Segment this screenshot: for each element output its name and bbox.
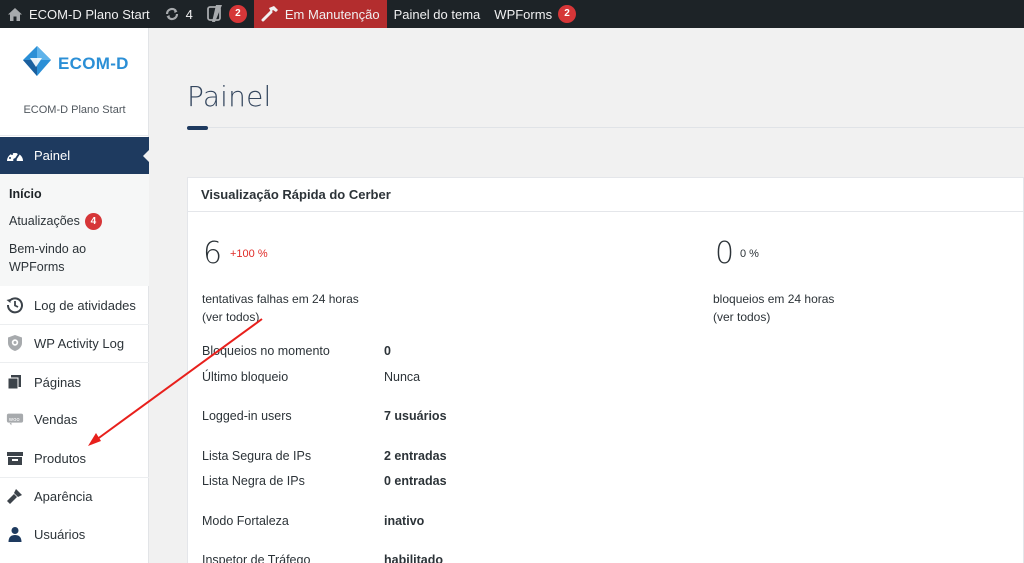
submenu-atualizacoes-label: Atualizações xyxy=(9,213,80,228)
submenu-bem-vindo-line2: WPForms xyxy=(9,260,65,274)
menu-item-vendas[interactable]: woo Vendas xyxy=(0,400,149,438)
failed-attempts-count: 6 xyxy=(203,236,223,271)
theme-panel-link[interactable]: Painel do tema xyxy=(387,0,488,28)
page-title: Painel xyxy=(187,80,272,113)
stat-row-label: Lista Negra de IPs xyxy=(202,474,305,488)
menu-item-label: Usuários xyxy=(34,526,86,542)
menu-item-painel-label: Painel xyxy=(34,148,71,163)
stat-row-label: Último bloqueio xyxy=(202,370,289,384)
maintenance-mode-button[interactable]: Em Manutenção xyxy=(253,0,387,28)
brand-logo[interactable]: ECOM-D xyxy=(22,45,129,82)
failed-attempts-view-all-link[interactable]: (ver todos) xyxy=(202,308,259,326)
maintenance-label: Em Manutenção xyxy=(284,6,380,22)
submenu-bem-vindo-line1: Bem-vindo ao xyxy=(9,242,87,256)
submenu-atualizacoes[interactable]: Atualizações 4 xyxy=(9,213,102,230)
stat-row-label: Lista Segura de IPs xyxy=(202,449,312,463)
widget-title[interactable]: Visualização Rápida do Cerber xyxy=(188,178,1023,212)
submenu-bem-vindo-wpforms[interactable]: Bem-vindo ao WPForms xyxy=(9,240,86,276)
lockouts-label: bloqueios em 24 horas xyxy=(713,292,835,306)
menu-item-painel[interactable]: Painel xyxy=(0,137,150,174)
menu-item-produtos[interactable]: Produtos xyxy=(0,439,149,477)
pages-icon xyxy=(6,373,24,391)
stat-row-value: Nunca xyxy=(384,370,421,384)
lockouts-view-all-link[interactable]: (ver todos) xyxy=(713,308,770,326)
woo-icon: woo xyxy=(6,410,24,428)
current-menu-pointer xyxy=(143,149,150,163)
menu-item-label: Produtos xyxy=(34,450,87,466)
admin-bar: ECOM-D Plano Start 4 2 Em Manutenção Pai… xyxy=(0,0,1024,28)
yoast-badge: 2 xyxy=(228,5,247,23)
title-accent-bar xyxy=(187,126,208,130)
site-name-link[interactable]: ECOM-D Plano Start xyxy=(0,0,157,28)
wpforms-label: WPForms xyxy=(494,6,553,22)
svg-text:woo: woo xyxy=(9,417,20,423)
stat-row-value[interactable]: 0 xyxy=(384,344,391,358)
menu-item-label: Aparência xyxy=(34,488,93,504)
menu-item-wp-activity-log[interactable]: WP Activity Log xyxy=(0,324,149,362)
stat-row-value[interactable]: 7 usuários xyxy=(384,409,447,423)
updates-link[interactable]: 4 xyxy=(157,0,200,28)
failed-attempts-change: +100 % xyxy=(230,248,268,260)
menu-item-label: Vendas xyxy=(34,411,78,427)
stat-row-value[interactable]: 0 entradas xyxy=(384,474,447,488)
stat-row-value[interactable]: 2 entradas xyxy=(384,449,447,463)
history-icon xyxy=(6,296,24,314)
menu-item-log-de-atividades[interactable]: Log de atividades xyxy=(0,286,149,324)
wpforms-badge: 2 xyxy=(558,5,577,23)
lockouts-change: 0 % xyxy=(740,248,759,260)
refresh-icon xyxy=(164,6,180,22)
wpforms-menu[interactable]: WPForms 2 xyxy=(487,0,583,28)
menu-item-usuarios[interactable]: Usuários xyxy=(0,515,149,553)
home-icon xyxy=(7,7,23,22)
title-divider xyxy=(187,127,1024,128)
theme-panel-label: Painel do tema xyxy=(393,6,481,22)
updates-count: 4 xyxy=(185,6,193,22)
yoast-icon xyxy=(206,5,223,23)
brand-logo-text: ECOM-D xyxy=(58,53,129,73)
paintbrush-icon xyxy=(6,487,24,505)
brand-area: ECOM-D ECOM-D Plano Start xyxy=(0,28,148,136)
menu-item-label: WP Activity Log xyxy=(34,335,125,351)
admin-sidebar: ECOM-D ECOM-D Plano Start Painel Início … xyxy=(0,28,150,563)
painel-submenu: Início Atualizações 4 Bem-vindo ao WPForm… xyxy=(0,174,149,286)
stat-row-label: Bloqueios no momento xyxy=(202,344,330,358)
menu-item-label: Log de atividades xyxy=(34,297,136,313)
menu-item-aparencia[interactable]: Aparência xyxy=(0,477,149,515)
cerber-quick-view-widget: Visualização Rápida do Cerber 6 +100 % t… xyxy=(187,177,1024,563)
brand-name: ECOM-D Plano Start xyxy=(23,104,126,116)
dashboard-icon xyxy=(6,147,24,165)
archive-box-icon xyxy=(6,449,24,467)
stat-row-value[interactable]: habilitado xyxy=(384,553,443,563)
stat-row-value[interactable]: inativo xyxy=(384,514,424,528)
ecomd-logo-icon xyxy=(22,45,52,82)
menu-item-paginas[interactable]: Páginas xyxy=(0,363,149,401)
hammer-icon xyxy=(261,6,279,22)
yoast-menu[interactable]: 2 xyxy=(200,0,254,28)
stat-row-label: Logged-in users xyxy=(202,409,292,423)
lockouts-count: 0 xyxy=(715,236,735,271)
stat-row-label: Modo Fortaleza xyxy=(202,514,289,528)
site-name: ECOM-D Plano Start xyxy=(29,6,150,22)
main-content: Painel Visualização Rápida do Cerber 6 +… xyxy=(150,28,1024,563)
failed-attempts-label: tentativas falhas em 24 horas xyxy=(202,292,359,306)
stat-row-label: Inspetor de Tráfego xyxy=(202,553,311,563)
submenu-inicio[interactable]: Início xyxy=(9,187,42,201)
updates-badge: 4 xyxy=(84,213,102,230)
menu-item-label: Páginas xyxy=(34,374,81,390)
user-icon xyxy=(6,525,24,543)
shield-icon xyxy=(6,334,24,352)
